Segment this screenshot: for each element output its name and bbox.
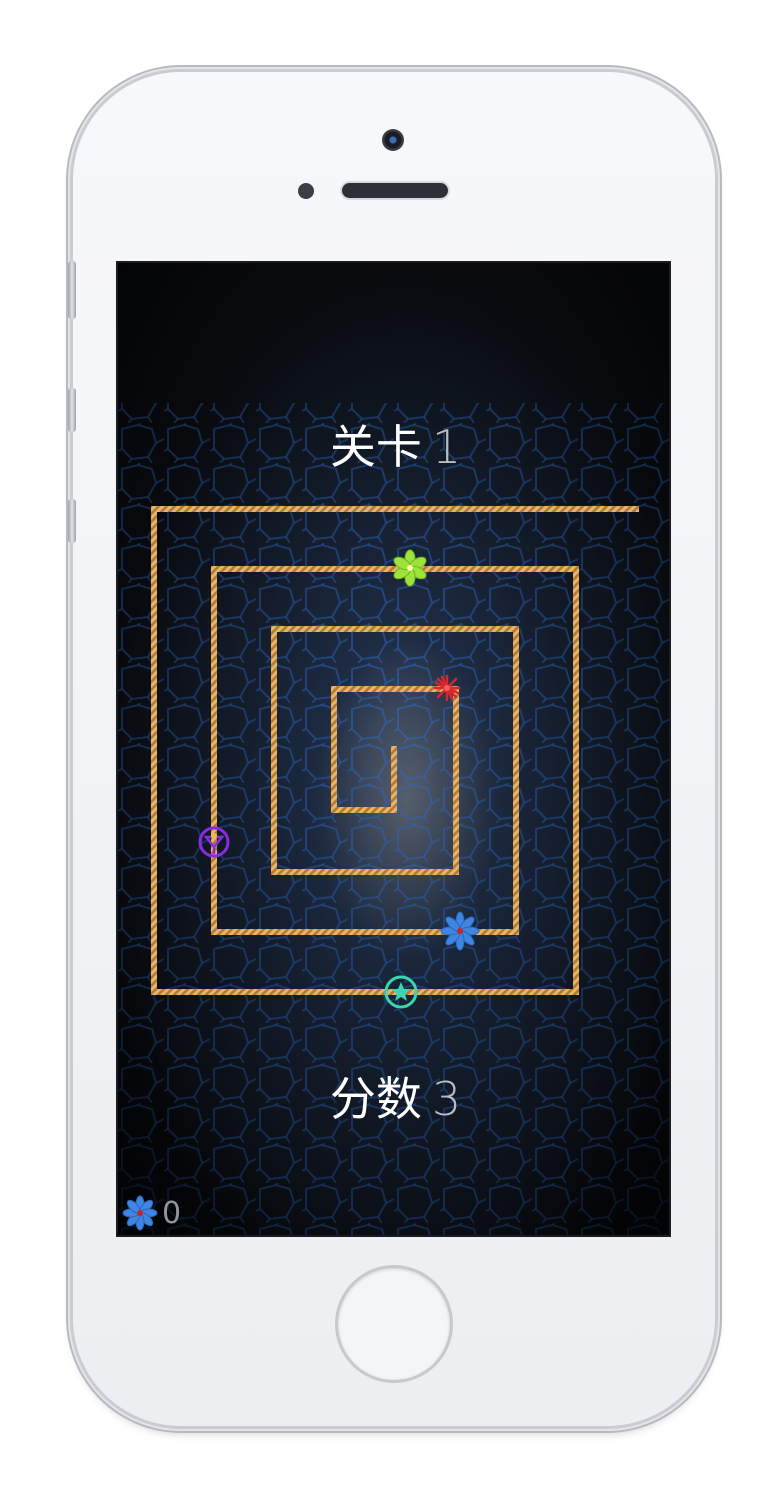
flower-icon — [122, 1195, 158, 1231]
level-value: 1 — [431, 420, 462, 474]
game-screen[interactable]: 关卡 1 分数 3 0 — [116, 261, 671, 1237]
score-value: 3 — [431, 1072, 462, 1126]
home-button[interactable] — [338, 1268, 450, 1380]
level-title: 关卡 1 — [118, 411, 669, 477]
volume-down-button — [68, 499, 76, 543]
blue-flower[interactable] — [440, 911, 480, 951]
stage: 关卡 1 分数 3 0 — [0, 0, 781, 1500]
collected-count: 0 — [162, 1195, 182, 1231]
level-label: 关卡 — [329, 420, 422, 474]
score-label: 分数 — [329, 1072, 422, 1126]
front-camera — [382, 129, 404, 151]
volume-up-button — [68, 388, 76, 432]
score-title: 分数 3 — [118, 1063, 669, 1129]
earpiece-speaker — [342, 183, 448, 198]
collected-counter: 0 — [122, 1193, 181, 1233]
proximity-sensor — [298, 183, 314, 199]
red-star[interactable] — [433, 674, 461, 702]
mute-switch — [68, 261, 76, 319]
